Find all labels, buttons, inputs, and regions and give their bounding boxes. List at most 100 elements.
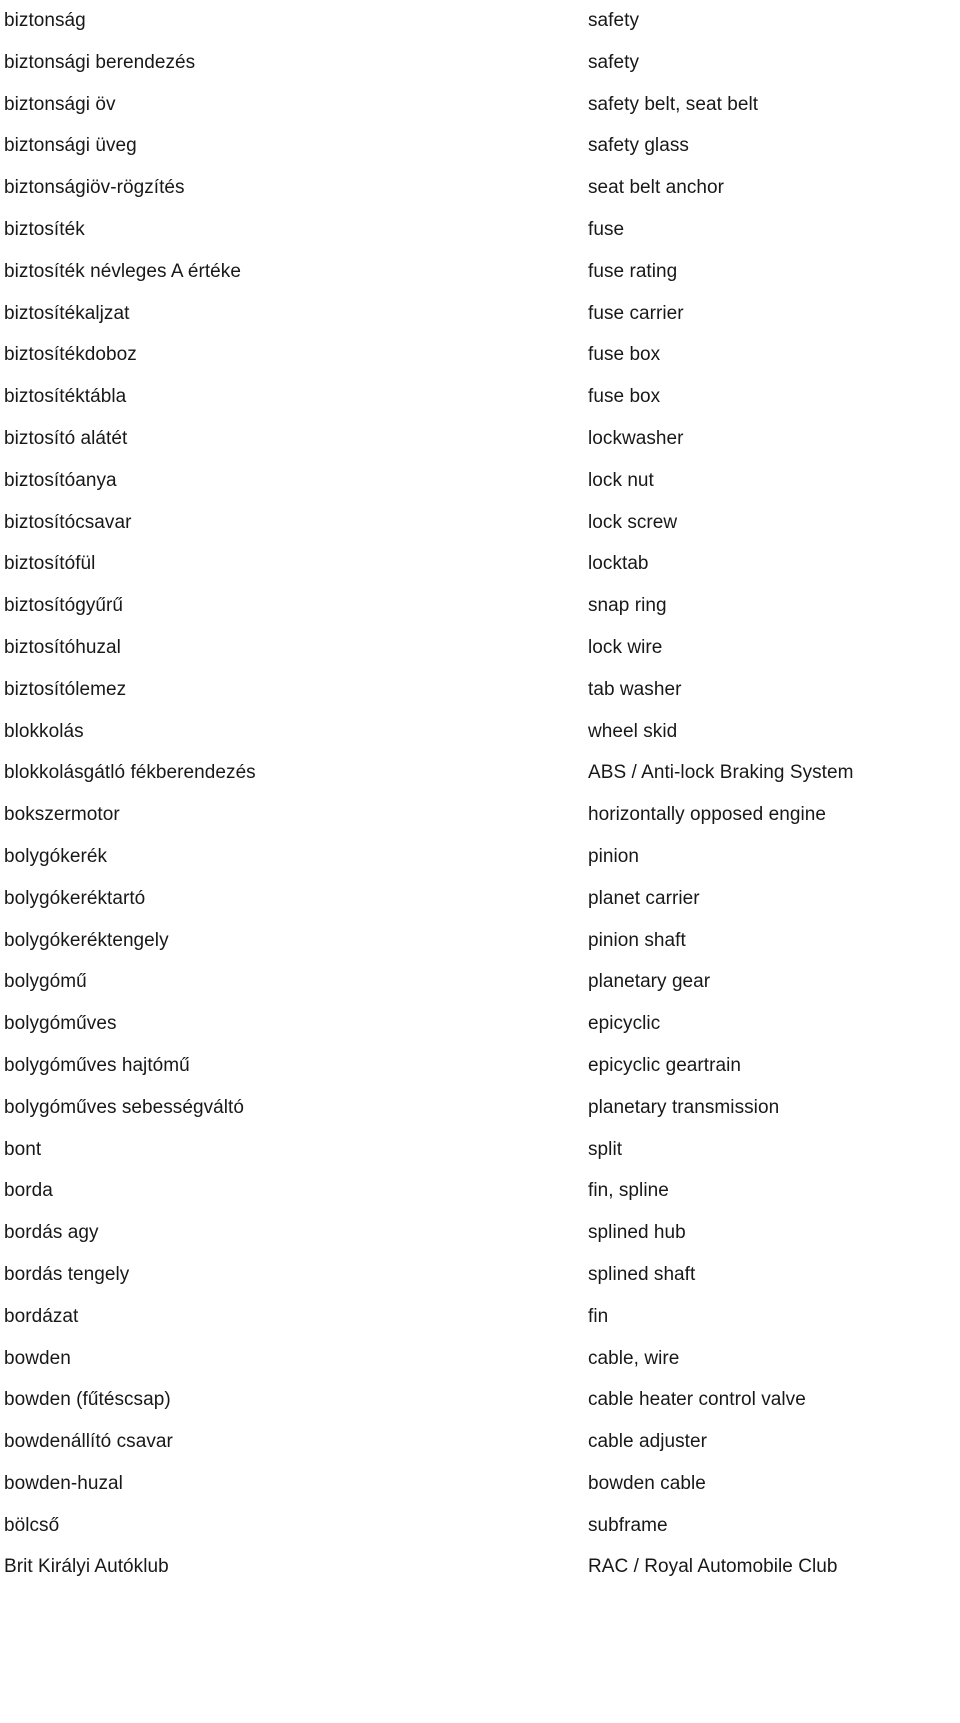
glossary-term-source: bolygókeréktartó (4, 887, 146, 909)
glossary-term-source: biztonsági üveg (4, 135, 137, 157)
glossary-term-source: bowden (fűtéscsap) (4, 1389, 171, 1411)
glossary-term-target: lock nut (588, 469, 654, 491)
glossary-term-target: epicyclic (588, 1013, 661, 1035)
glossary-term-target: ABS / Anti-lock Braking System (588, 762, 854, 784)
glossary-row: biztosíték névleges A értéke fuse rating (0, 251, 960, 293)
glossary-row: bolygómű planetary gear (0, 961, 960, 1003)
glossary-term-source: biztosítógyűrű (4, 595, 123, 617)
glossary-term-target: fuse rating (588, 260, 678, 282)
glossary-row: bordázat fin (0, 1296, 960, 1338)
glossary-row: biztonságiöv-rögzítés seat belt anchor (0, 167, 960, 209)
glossary-term-target: pinion (588, 845, 640, 867)
glossary-term-source: biztosítófül (4, 553, 96, 575)
glossary-row: biztosítékaljzat fuse carrier (0, 293, 960, 335)
glossary-term-source: biztosítéktábla (4, 386, 127, 408)
glossary-row: bolygókeréktengely pinion shaft (0, 920, 960, 962)
glossary-term-source: biztosíték (4, 218, 85, 240)
glossary-row: blokkolás wheel skid (0, 711, 960, 753)
glossary-term-target: safety (588, 51, 639, 73)
glossary-term-source: biztosítékaljzat (4, 302, 130, 324)
glossary-term-target: fuse (588, 218, 625, 240)
glossary-term-source: biztosítóhuzal (4, 636, 121, 658)
glossary-row: bont split (0, 1129, 960, 1171)
glossary-row: biztonsági üveg safety glass (0, 125, 960, 167)
glossary-row: bolygóműves sebességváltó planetary trans… (0, 1087, 960, 1129)
glossary-row: biztonsági öv safety belt, seat belt (0, 84, 960, 126)
glossary-row: biztosítékdoboz fuse box (0, 334, 960, 376)
glossary-row: biztosítófül locktab (0, 543, 960, 585)
glossary-term-target: cable adjuster (588, 1431, 707, 1453)
glossary-term-source: bolygómű (4, 971, 87, 993)
glossary-row: biztosítógyűrű snap ring (0, 585, 960, 627)
glossary-term-target: cable heater control valve (588, 1389, 806, 1411)
glossary-term-source: biztosítócsavar (4, 511, 132, 533)
glossary-row: biztosítócsavar lock screw (0, 502, 960, 544)
glossary-term-target: fuse box (588, 344, 661, 366)
glossary-row: bolygóműves epicyclic (0, 1003, 960, 1045)
glossary-term-source: biztosító alátét (4, 427, 128, 449)
glossary-row: bokszermotor horizontally opposed engine (0, 794, 960, 836)
glossary-term-source: biztosítóanya (4, 469, 117, 491)
glossary-row: bolygókerék pinion (0, 836, 960, 878)
glossary-term-target: snap ring (588, 595, 667, 617)
glossary-term-target: lock screw (588, 511, 678, 533)
glossary-term-source: bolygóműves sebességváltó (4, 1096, 244, 1118)
glossary-term-target: epicyclic geartrain (588, 1054, 742, 1076)
glossary-term-source: bolygóműves hajtómű (4, 1054, 190, 1076)
glossary-term-source: bolygókerék (4, 845, 107, 867)
glossary-term-target: planet carrier (588, 887, 700, 909)
glossary-term-source: borda (4, 1180, 53, 1202)
glossary-term-source: bokszermotor (4, 804, 120, 826)
glossary-row: bolygókeréktartó planet carrier (0, 878, 960, 920)
glossary-term-target: horizontally opposed engine (588, 804, 826, 826)
glossary-row: biztonság safety (0, 0, 960, 42)
glossary-term-target: fin, spline (588, 1180, 669, 1202)
glossary-term-source: biztosítékdoboz (4, 344, 137, 366)
glossary-term-source: bolygóműves (4, 1013, 117, 1035)
glossary-term-target: fuse box (588, 386, 661, 408)
glossary-term-target: wheel skid (588, 720, 678, 742)
glossary-term-target: planetary transmission (588, 1096, 780, 1118)
glossary-term-source: bowden-huzal (4, 1472, 123, 1494)
glossary-row: biztosítólemez tab washer (0, 669, 960, 711)
glossary-term-target: safety (588, 10, 639, 31)
glossary-row: bowden-huzal bowden cable (0, 1463, 960, 1505)
glossary-term-source: bordás tengely (4, 1263, 130, 1285)
glossary-term-source: biztonság (4, 10, 86, 31)
glossary-term-target: bowden cable (588, 1472, 706, 1494)
glossary-term-source: bont (4, 1138, 42, 1160)
glossary-row: bolygóműves hajtómű epicyclic geartrain (0, 1045, 960, 1087)
glossary-term-target: fin (588, 1305, 609, 1327)
glossary-term-target: splined hub (588, 1222, 686, 1244)
glossary-row: bordás agy splined hub (0, 1212, 960, 1254)
glossary-row: bowden (fűtéscsap) cable heater control v… (0, 1379, 960, 1421)
glossary-term-source: Brit Királyi Autóklub (4, 1556, 169, 1578)
glossary-row: biztonsági berendezés safety (0, 42, 960, 84)
glossary-term-target: safety belt, seat belt (588, 93, 759, 115)
glossary-term-source: bowdenállító csavar (4, 1431, 173, 1453)
glossary-row: borda fin, spline (0, 1170, 960, 1212)
glossary-term-target: tab washer (588, 678, 682, 700)
glossary-term-source: biztosítólemez (4, 678, 127, 700)
glossary-row: biztosítóanya lock nut (0, 460, 960, 502)
glossary-term-source: blokkolás (4, 720, 84, 742)
glossary-term-target: planetary gear (588, 971, 711, 993)
glossary-term-source: biztonságiöv-rögzítés (4, 177, 185, 199)
glossary-row: bowden cable, wire (0, 1338, 960, 1380)
glossary-term-source: biztonsági berendezés (4, 51, 196, 73)
glossary-row: bowdenállító csavar cable adjuster (0, 1421, 960, 1463)
glossary-term-source: bolygókeréktengely (4, 929, 169, 951)
glossary-term-target: lock wire (588, 636, 663, 658)
glossary-term-source: blokkolásgátló fékberendezés (4, 762, 256, 784)
glossary-term-target: lockwasher (588, 427, 684, 449)
glossary-term-target: fuse carrier (588, 302, 684, 324)
glossary-row: blokkolásgátló fékberendezés ABS / Anti-l… (0, 752, 960, 794)
glossary-row: biztosítéktábla fuse box (0, 376, 960, 418)
glossary-term-source: biztonsági öv (4, 93, 116, 115)
glossary-row: bordás tengely splined shaft (0, 1254, 960, 1296)
glossary-term-source: bordázat (4, 1305, 79, 1327)
glossary-term-target: cable, wire (588, 1347, 680, 1369)
glossary-term-target: safety glass (588, 135, 689, 157)
glossary-row: biztosítóhuzal lock wire (0, 627, 960, 669)
glossary-term-target: locktab (588, 553, 649, 575)
